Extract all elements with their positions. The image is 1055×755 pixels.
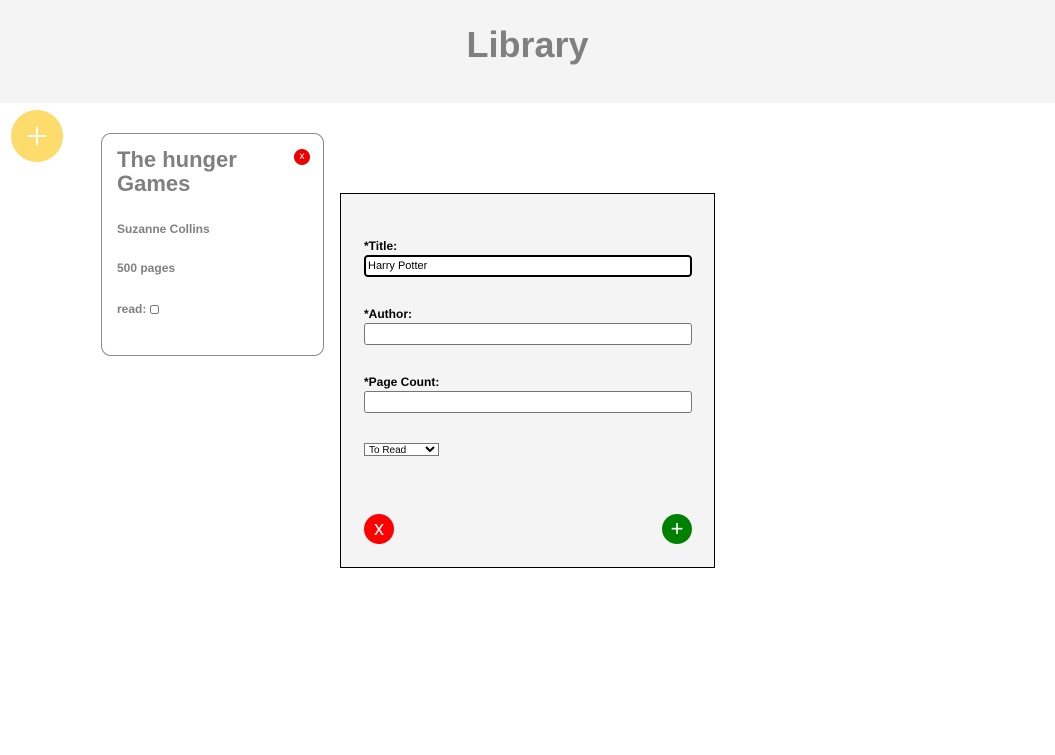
author-input[interactable] (364, 323, 692, 345)
add-book-button[interactable] (11, 110, 63, 162)
page-title: Library (466, 24, 589, 65)
book-read-label: read: (117, 302, 147, 316)
page-header: Library (0, 0, 1055, 103)
book-author: Suzanne Collins (117, 222, 210, 236)
remove-book-button[interactable]: x (294, 149, 310, 165)
book-card: The hunger Games x Suzanne Collins 500 p… (101, 133, 324, 356)
submit-button[interactable]: + (662, 514, 692, 544)
book-read-checkbox[interactable] (150, 304, 160, 314)
author-label: *Author: (364, 307, 412, 321)
read-status-select[interactable]: To Read (364, 443, 439, 456)
plus-icon (28, 127, 46, 145)
page-count-input[interactable] (364, 391, 692, 413)
add-book-form: *Title: *Author: *Page Count: To Read x … (340, 193, 715, 568)
book-read-row: read: (117, 302, 160, 316)
book-title: The hunger Games (117, 147, 237, 196)
page-count-label: *Page Count: (364, 375, 440, 389)
title-label: *Title: (364, 239, 398, 253)
title-input[interactable] (364, 255, 692, 277)
cancel-button[interactable]: x (364, 514, 394, 544)
book-pages: 500 pages (117, 261, 176, 275)
